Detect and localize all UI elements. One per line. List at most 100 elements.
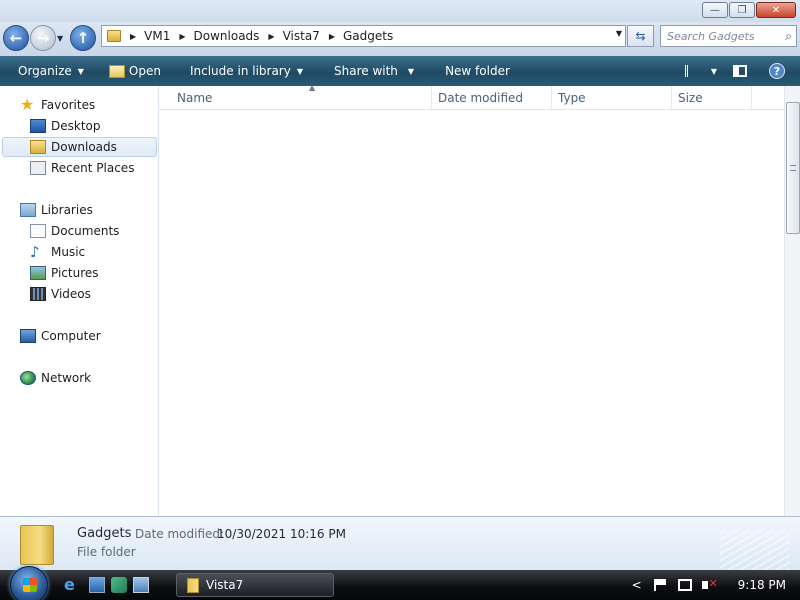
nav-documents-label: Documents — [51, 224, 120, 238]
breadcrumb-gadgets[interactable]: Gadgets — [343, 29, 393, 43]
breadcrumb-chevron-icon[interactable]: ▶ — [268, 32, 274, 41]
maximize-button[interactable]: ❐ — [729, 2, 755, 18]
folder-icon — [20, 525, 54, 565]
folder-icon — [187, 577, 199, 593]
column-header-date-modified[interactable]: Date modified — [432, 86, 552, 110]
organize-label: Organize — [18, 64, 72, 78]
volume-muted-icon[interactable]: ✕ — [701, 577, 718, 591]
search-box[interactable]: ⌕ — [660, 25, 797, 47]
details-date-label: Date modified: — [135, 527, 225, 541]
nav-libraries[interactable]: Libraries — [20, 200, 157, 220]
action-center-flag-icon[interactable] — [653, 579, 666, 591]
refresh-button[interactable]: ⇆ — [627, 25, 654, 47]
details-item-name: Gadgets — [77, 526, 132, 541]
details-item-type: File folder — [77, 545, 136, 559]
nav-network-label: Network — [41, 371, 92, 385]
minimize-button[interactable]: — — [702, 2, 728, 18]
breadcrumb-chevron-icon[interactable]: ▶ — [179, 32, 185, 41]
up-button[interactable]: ↑ — [70, 25, 96, 51]
breadcrumb-vista7[interactable]: Vista7 — [283, 29, 320, 43]
up-arrow-icon: ↑ — [76, 29, 90, 47]
nav-documents[interactable]: Documents — [30, 221, 157, 241]
nav-downloads[interactable]: Downloads — [2, 137, 157, 157]
nav-favorites[interactable]: ★ Favorites — [20, 95, 157, 115]
forward-button[interactable]: → — [30, 25, 56, 51]
nav-recent-places-label: Recent Places — [51, 161, 135, 175]
include-in-library-menu[interactable]: Include in library ▼ — [170, 56, 312, 86]
nav-computer-label: Computer — [41, 329, 101, 343]
star-icon: ★ — [20, 95, 35, 114]
nav-music[interactable]: ♪ Music — [30, 242, 157, 262]
forward-arrow-icon: → — [36, 29, 50, 47]
column-header-type[interactable]: Type — [552, 86, 672, 110]
computer-icon — [20, 329, 36, 343]
nav-computer[interactable]: Computer — [20, 326, 157, 346]
search-input[interactable] — [661, 26, 771, 46]
breadcrumb-downloads[interactable]: Downloads — [194, 29, 260, 43]
libraries-icon — [20, 203, 36, 217]
breadcrumb-chevron-icon[interactable]: ▶ — [130, 32, 136, 41]
share-with-menu[interactable]: Share with ▼ — [312, 56, 423, 86]
nav-recent-places[interactable]: Recent Places — [30, 158, 157, 178]
chevron-down-icon: ▼ — [77, 66, 84, 76]
switch-windows-icon[interactable] — [111, 577, 127, 593]
back-button[interactable]: ← — [3, 25, 29, 51]
new-folder-button[interactable]: New folder — [423, 56, 519, 86]
decorative-feather — [720, 530, 790, 570]
mouse-cursor-icon — [504, 188, 518, 210]
internet-explorer-icon[interactable]: e — [64, 577, 80, 593]
address-dropdown-icon[interactable]: ▼ — [616, 29, 622, 38]
share-with-label: Share with — [334, 64, 398, 78]
help-icon[interactable]: ? — [769, 63, 785, 79]
new-folder-label: New folder — [445, 64, 510, 78]
nav-desktop[interactable]: Desktop — [30, 116, 157, 136]
organize-menu[interactable]: Organize ▼ — [0, 56, 93, 86]
back-arrow-icon: ← — [9, 29, 23, 47]
windows-logo-icon — [23, 578, 37, 592]
taskbar-window-label: Vista7 — [206, 578, 244, 592]
column-headers: Name ▲ Date modified Type Size — [159, 83, 784, 110]
network-icon — [20, 371, 36, 385]
start-button[interactable] — [10, 566, 48, 600]
nav-desktop-label: Desktop — [51, 119, 101, 133]
nav-network[interactable]: Network — [20, 368, 157, 388]
taskbar-window-button[interactable]: Vista7 — [176, 573, 334, 597]
breadcrumb-chevron-icon[interactable]: ▶ — [329, 32, 335, 41]
nav-pictures-label: Pictures — [51, 266, 99, 280]
minimize-icon: — — [710, 4, 720, 16]
computer-shortcut-icon[interactable] — [133, 577, 149, 593]
open-label: Open — [128, 64, 161, 78]
details-pane: Gadgets Date modified: 10/30/2021 10:16 … — [0, 516, 800, 570]
breadcrumb-vm1[interactable]: VM1 — [144, 29, 170, 43]
pictures-icon — [30, 266, 46, 280]
address-bar[interactable]: ▶ VM1 ▶ Downloads ▶ Vista7 ▶ Gadgets ▼ — [101, 25, 626, 47]
nav-music-label: Music — [51, 245, 86, 259]
nav-pictures[interactable]: Pictures — [30, 263, 157, 283]
views-icon[interactable] — [684, 65, 699, 77]
column-header-name[interactable]: Name ▲ — [171, 83, 432, 110]
desktop-icon — [30, 119, 46, 133]
recent-pages-dropdown-icon[interactable]: ▼ — [57, 34, 63, 43]
include-in-library-label: Include in library — [189, 64, 291, 78]
nav-videos[interactable]: Videos — [30, 284, 157, 304]
vertical-scrollbar[interactable] — [784, 86, 800, 516]
file-list[interactable]: Name ▲ Date modified Type Size — [159, 83, 784, 516]
nav-downloads-label: Downloads — [51, 140, 117, 154]
refresh-icon: ⇆ — [635, 29, 646, 43]
scrollbar-thumb[interactable] — [786, 102, 800, 234]
show-desktop-icon[interactable] — [89, 577, 105, 593]
taskbar: e Vista7 < ✕ 9:18 PM — [0, 566, 800, 600]
tray-expand-icon[interactable]: < — [632, 578, 642, 592]
search-icon[interactable]: ⌕ — [785, 29, 792, 44]
system-tray: < ✕ 9:18 PM — [632, 570, 800, 600]
network-status-icon[interactable] — [677, 579, 692, 591]
column-header-size[interactable]: Size — [672, 86, 752, 110]
chevron-down-icon: ▼ — [407, 66, 415, 76]
views-chevron-down-icon[interactable]: ▼ — [711, 67, 717, 76]
clock[interactable]: 9:18 PM — [738, 578, 786, 592]
nav-videos-label: Videos — [51, 287, 91, 301]
close-button[interactable]: ✕ — [756, 2, 796, 18]
open-button[interactable]: Open — [93, 56, 170, 86]
preview-pane-icon[interactable] — [733, 65, 747, 77]
open-folder-icon — [108, 64, 125, 78]
